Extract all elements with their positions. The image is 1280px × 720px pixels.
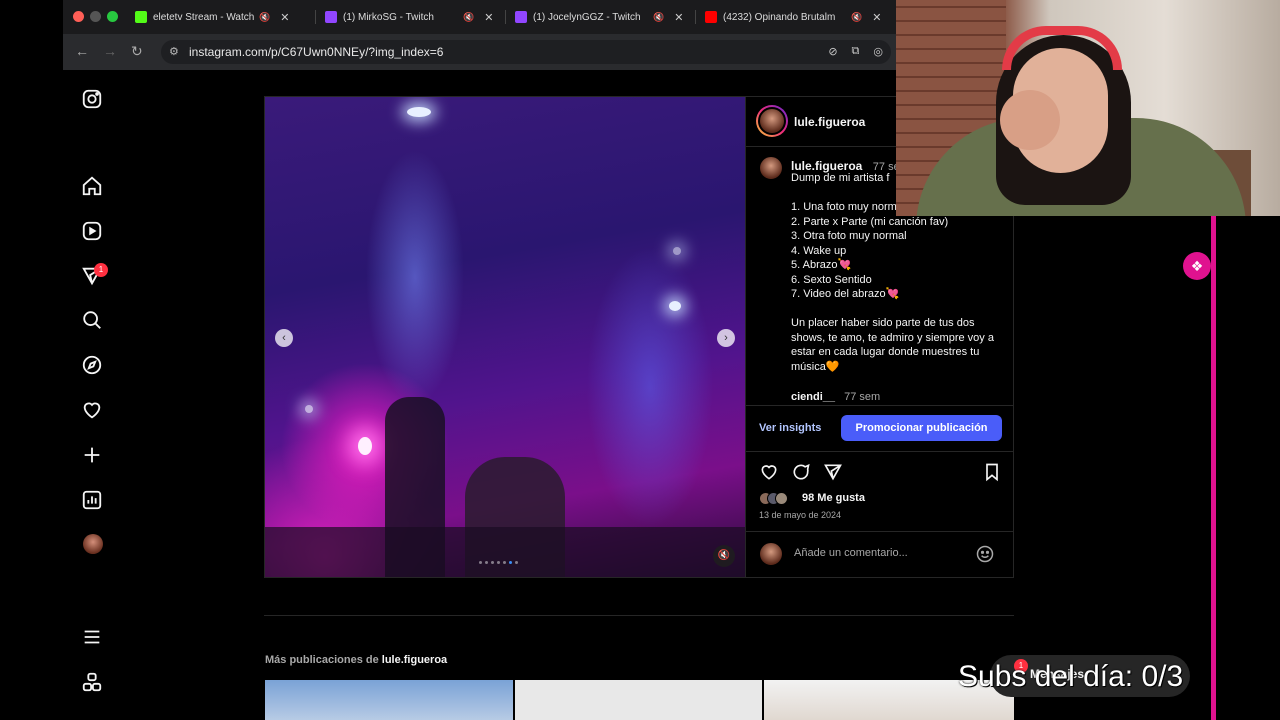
commenter-avatar [758,541,784,567]
promote-post-button[interactable]: Promocionar publicación [841,415,1002,441]
muted-icon[interactable]: 🔇 [259,12,270,23]
close-tab-icon[interactable]: ✕ [280,11,289,24]
explore-icon[interactable] [81,354,103,376]
like-icon[interactable] [759,462,779,482]
menu-icon[interactable] [81,626,103,648]
stage-light [673,247,681,255]
more-posts-heading: Más publicaciones de lule.figueroa [265,654,447,666]
grid-thumbnail[interactable] [515,680,762,720]
post-date: 13 de mayo de 2024 [759,510,842,520]
maximize-window-button[interactable] [107,11,118,22]
carousel-dot [509,561,512,564]
carousel-dot [479,561,482,564]
browser-tab[interactable]: (1) JocelynGGZ - Twitch 🔇 ✕ [515,5,690,29]
stream-accent-bar [1211,216,1216,720]
tab-title: eletetv Stream - Watch Li [153,11,255,23]
muted-icon[interactable]: 🔇 [463,12,474,23]
reels-icon[interactable] [81,220,103,242]
profile-avatar[interactable] [83,534,103,554]
muted-icon[interactable]: 🔇 [851,12,862,23]
more-posts-prefix: Más publicaciones de [265,654,379,666]
extension-icon[interactable]: ❖ [1183,252,1211,280]
comment-row: ciendi__ 77 sem [791,391,880,403]
carousel-dot [485,561,488,564]
carousel-dot [497,561,500,564]
youtube-icon [705,11,717,23]
browser-tab[interactable]: (4232) Opinando Brutalm 🔇 ✕ [705,5,885,29]
address-bar[interactable]: ⚙ instagram.com/p/C67Uwn0NNEy/?img_index… [161,40,891,64]
previous-arrow-icon[interactable]: ‹ [275,329,293,347]
instagram-logo-icon[interactable] [81,88,103,110]
close-tab-icon[interactable]: ✕ [872,11,881,24]
insights-row: Ver insights Promocionar publicación [746,405,1013,451]
add-comment-bar: Añade un comentario... [746,531,1013,577]
mute-icon[interactable]: 🔇 [713,545,735,567]
browser-window: eletetv Stream - Watch Li 🔇 ✕ (1) MirkoS… [63,0,896,70]
view-insights-link[interactable]: Ver insights [759,422,821,434]
window-controls [73,11,118,22]
stage-light [358,437,372,455]
tab-title: (1) MirkoSG - Twitch [343,11,434,23]
minimize-window-button[interactable] [90,11,101,22]
stage-light [305,405,313,413]
twitch-icon [325,11,337,23]
carousel-dot [491,561,494,564]
threads-icon[interactable] [81,671,103,693]
carousel-dots [479,561,518,564]
browser-tab[interactable]: eletetv Stream - Watch Li 🔇 ✕ [135,5,310,29]
comment-input[interactable]: Añade un comentario... [794,547,908,559]
stage-light [407,107,431,117]
close-window-button[interactable] [73,11,84,22]
tab-title: (4232) Opinando Brutalm [723,11,836,23]
subs-counter-overlay: Subs del día: 0/3 [958,660,1184,693]
carousel-dot [515,561,518,564]
next-arrow-icon[interactable]: › [717,329,735,347]
author-avatar[interactable] [756,105,788,137]
section-divider [264,615,1014,616]
liker-avatars [759,492,788,505]
search-icon[interactable] [81,309,103,331]
eye-off-icon[interactable]: ◎ [873,45,883,58]
comment-time: 77 sem [844,391,881,403]
muted-icon[interactable]: 🔇 [653,12,664,23]
caption-avatar[interactable] [758,155,784,181]
headset [1002,26,1122,70]
comment-username[interactable]: ciendi__ [791,391,835,403]
post-media[interactable]: ‹ › 🔇 [265,97,745,577]
author-username[interactable]: lule.figueroa [794,115,865,129]
browser-tab[interactable]: (1) MirkoSG - Twitch 🔇 ✕ [325,5,500,29]
webcam-overlay [896,0,1280,216]
create-icon[interactable] [81,444,103,466]
dashboard-icon[interactable] [81,489,103,511]
reload-icon[interactable]: ↻ [131,43,143,60]
home-icon[interactable] [81,175,103,197]
close-tab-icon[interactable]: ✕ [484,11,493,24]
share-icon[interactable] [823,462,843,482]
kick-icon [135,11,147,23]
forward-icon[interactable]: → [103,43,117,59]
tab-title: (1) JocelynGGZ - Twitch [533,11,641,23]
tab-bar: eletetv Stream - Watch Li 🔇 ✕ (1) MirkoS… [63,0,896,34]
stage-floor [265,527,745,577]
site-settings-icon[interactable]: ⚙ [169,45,179,58]
camera-off-icon[interactable]: ⊘ [828,45,837,58]
comment-icon[interactable] [791,462,811,482]
instagram-sidebar: 1 [63,70,121,720]
toolbar: ← → ↻ ⚙ instagram.com/p/C67Uwn0NNEy/?img… [63,34,896,70]
likes-count[interactable]: 98 Me gusta [802,492,865,504]
heart-icon[interactable] [81,399,103,421]
install-icon[interactable]: ⧉ [852,45,860,58]
back-icon[interactable]: ← [75,43,89,59]
carousel-dot [503,561,506,564]
emoji-icon[interactable] [975,544,995,564]
close-tab-icon[interactable]: ✕ [674,11,683,24]
notification-badge: 1 [94,263,108,277]
twitch-icon [515,11,527,23]
more-posts-username[interactable]: lule.figueroa [382,654,447,666]
grid-thumbnail[interactable] [265,680,513,720]
url-text[interactable]: instagram.com/p/C67Uwn0NNEy/?img_index=6 [189,45,443,59]
stage-light [669,301,681,311]
bookmark-icon[interactable] [982,462,1002,482]
